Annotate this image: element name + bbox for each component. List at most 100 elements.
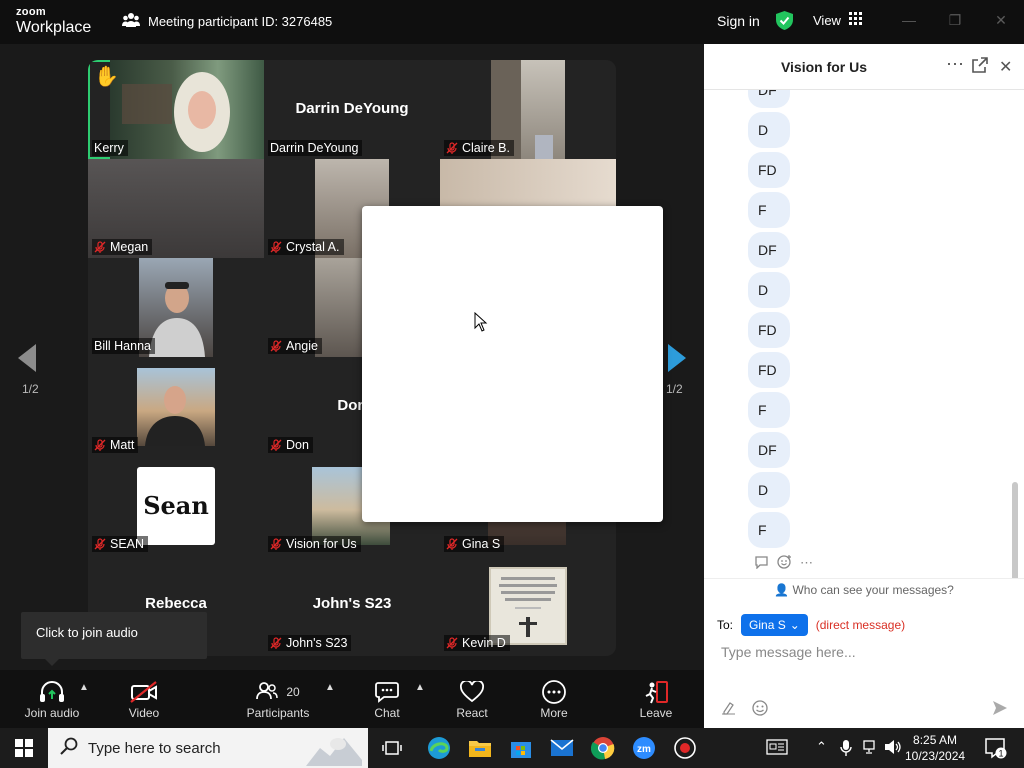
message-more-icon[interactable]: ⋯ (800, 555, 813, 571)
file-explorer-icon[interactable] (466, 734, 494, 762)
recipient-name: Gina S (749, 618, 786, 632)
participant-display-name: Darrin DeYoung (295, 100, 409, 117)
video-tile[interactable]: ✋ Kerry (88, 60, 264, 159)
keyboard-layout-icon[interactable] (766, 738, 788, 759)
muted-mic-icon (270, 340, 282, 352)
chat-message-input[interactable] (721, 644, 1011, 660)
sean-card: Sean (137, 467, 215, 545)
edge-browser-icon[interactable] (425, 734, 453, 762)
pop-out-icon[interactable] (972, 57, 988, 78)
view-button[interactable]: View (813, 12, 862, 28)
volume-icon[interactable] (884, 738, 902, 759)
close-chat-icon[interactable]: ✕ (999, 57, 1012, 77)
chat-message-bubble[interactable]: FD (748, 312, 790, 348)
minimize-icon[interactable]: — (899, 10, 919, 30)
tile-name-label: SEAN (92, 536, 149, 552)
video-tile[interactable]: Megan (88, 159, 264, 258)
chat-message-bubble[interactable]: DF (748, 232, 790, 268)
chat-message-bubble[interactable]: D (748, 272, 790, 308)
chat-message-bubble[interactable]: F (748, 392, 790, 428)
video-tile[interactable]: Bill Hanna (88, 258, 264, 357)
video-tile[interactable]: Kevin D (440, 555, 616, 654)
chat-message-bubble[interactable]: DF (748, 432, 790, 468)
video-tile[interactable]: Darrin DeYoung Darrin DeYoung (264, 60, 440, 159)
microsoft-store-icon[interactable] (507, 734, 535, 762)
chat-scrollbar[interactable] (1012, 482, 1018, 578)
chat-message-bubble[interactable]: DF (748, 90, 790, 108)
add-reaction-icon[interactable] (777, 554, 792, 572)
send-icon[interactable] (992, 700, 1008, 720)
network-icon[interactable] (862, 739, 880, 758)
video-feed (110, 60, 264, 159)
windows-start-icon[interactable] (0, 728, 48, 768)
participant-display-name: Rebecca (145, 595, 207, 612)
leave-button[interactable]: Leave (636, 678, 676, 720)
blank-popup-window[interactable] (362, 206, 663, 522)
join-audio-label: Join audio (24, 706, 80, 720)
mail-icon[interactable] (548, 734, 576, 762)
emoji-icon[interactable] (752, 700, 768, 720)
zoom-app-window: zoom Workplace Meeting participant ID: 3… (0, 0, 1024, 768)
show-hidden-icons-chevron[interactable]: ⌃ (816, 739, 827, 755)
chrome-icon[interactable] (589, 734, 617, 762)
who-can-see-label: Who can see your messages? (792, 583, 954, 597)
join-audio-tooltip: Click to join audio (21, 612, 207, 659)
muted-mic-icon (270, 241, 282, 253)
muted-mic-icon (270, 637, 282, 649)
task-view-icon[interactable] (378, 734, 406, 762)
video-tile[interactable]: Claire B. (440, 60, 616, 159)
react-label: React (456, 706, 488, 720)
who-can-see-messages-link[interactable]: 👤 Who can see your messages? (704, 578, 1024, 604)
video-tile[interactable]: John's S23 John's S23 (264, 555, 440, 654)
close-icon[interactable]: ✕ (991, 10, 1011, 30)
next-page-button[interactable] (666, 344, 686, 377)
chat-button[interactable]: Chat (366, 678, 408, 720)
audio-options-caret-icon[interactable]: ▲ (79, 682, 89, 693)
screen-recorder-icon[interactable] (671, 734, 699, 762)
tile-name-label: John's S23 (268, 635, 352, 651)
taskbar-clock[interactable]: 8:25 AM 10/23/2024 (905, 732, 965, 764)
video-tile[interactable]: Matt (88, 357, 264, 456)
arrow-left-icon (18, 344, 36, 372)
zoom-app-icon[interactable]: zm (630, 734, 658, 762)
tile-name-label: Don (268, 437, 313, 453)
message-actions: ⋯ (754, 554, 813, 572)
chat-message-bubble[interactable]: D (748, 112, 790, 148)
participants-options-caret-icon[interactable]: ▲ (325, 682, 335, 693)
notification-count: 1 (998, 749, 1003, 759)
clock-date: 10/23/2024 (905, 749, 966, 763)
chevron-down-icon: ⌄ (789, 618, 800, 632)
muted-mic-icon (94, 439, 106, 451)
tooltip-arrow (45, 659, 59, 666)
chat-more-options-icon[interactable]: ⋯ (946, 54, 964, 75)
meeting-id-text: Meeting participant ID: 3276485 (148, 14, 333, 29)
restore-icon[interactable]: ❐ (945, 10, 965, 30)
leave-icon (636, 678, 676, 706)
taskbar-search-input[interactable] (88, 739, 308, 757)
notifications-icon[interactable]: 1 (983, 736, 1007, 763)
search-icon (60, 737, 78, 760)
previous-page-button[interactable] (18, 344, 38, 377)
format-text-icon[interactable] (721, 700, 736, 719)
more-button[interactable]: More (534, 678, 574, 720)
microphone-icon[interactable] (840, 739, 852, 760)
chat-message-bubble[interactable]: FD (748, 352, 790, 388)
video-button[interactable]: Video (120, 678, 168, 720)
reply-icon[interactable] (754, 555, 769, 572)
taskbar-search-box[interactable] (48, 728, 368, 768)
participants-button[interactable]: 20 Participants (244, 678, 312, 720)
chat-message-bubble[interactable]: F (748, 512, 790, 548)
react-button[interactable]: React (450, 678, 494, 720)
shield-icon[interactable] (776, 11, 793, 35)
recipient-select[interactable]: Gina S ⌄ (741, 614, 808, 636)
chat-message-bubble[interactable]: FD (748, 152, 790, 188)
join-audio-button[interactable]: Join audio (20, 678, 84, 720)
video-tile[interactable]: Sean SEAN (88, 456, 264, 555)
chat-message-bubble[interactable]: D (748, 472, 790, 508)
chat-message-bubble[interactable]: F (748, 192, 790, 228)
chat-options-caret-icon[interactable]: ▲ (415, 682, 425, 693)
heart-icon (450, 678, 494, 706)
sign-in-button[interactable]: Sign in (717, 13, 760, 29)
chat-header: Vision for Us ⋯ ✕ (704, 44, 1024, 90)
muted-mic-icon (446, 142, 458, 154)
